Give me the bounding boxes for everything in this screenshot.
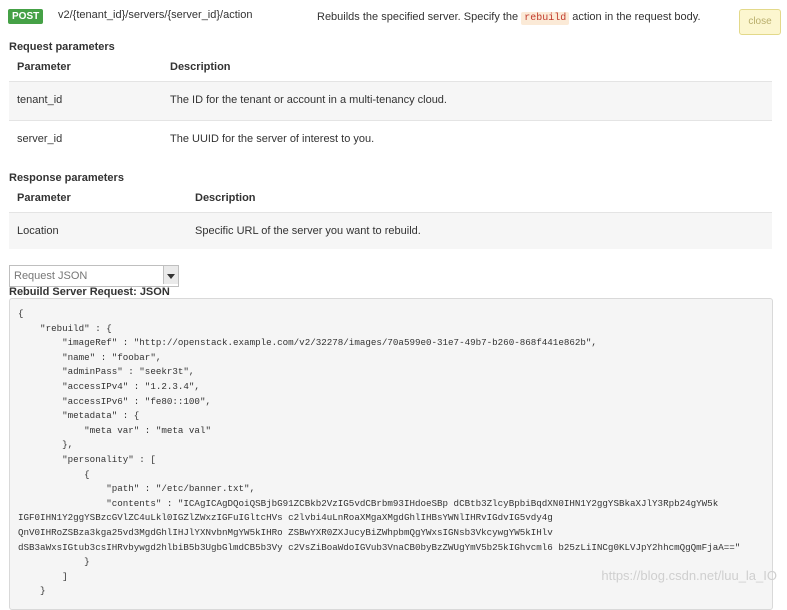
- close-button[interactable]: close: [739, 9, 781, 35]
- summary-text-after: action in the request body.: [569, 11, 701, 23]
- endpoint-path: v2/{tenant_id}/servers/{server_id}/actio…: [58, 9, 253, 21]
- code-line: }: [18, 585, 46, 597]
- code-line: {: [18, 308, 24, 319]
- code-block: { "rebuild" : { "imageRef" : "http://ope…: [10, 299, 772, 599]
- code-line: {: [18, 468, 90, 480]
- request-col-description: Description: [170, 61, 231, 73]
- code-line: dSB3aWxsIGtub3csIHRvbywgd2hlbiB5b3UgbGlm…: [18, 541, 741, 553]
- code-line: "metadata" : {: [18, 410, 140, 422]
- response-parameters-title: Response parameters: [9, 172, 124, 184]
- code-line: },: [18, 439, 74, 451]
- request-parameters-title: Request parameters: [9, 41, 115, 53]
- code-sample: { "rebuild" : { "imageRef" : "http://ope…: [9, 298, 773, 610]
- code-line: "rebuild" : {: [18, 322, 112, 334]
- param-name: tenant_id: [17, 94, 63, 106]
- param-description: The ID for the tenant or account in a mu…: [170, 94, 447, 106]
- code-line: "contents" : "ICAgICAgDQoiQSBjbG91ZCBkb2…: [18, 497, 719, 509]
- code-line: "accessIPv4" : "1.2.3.4",: [18, 380, 200, 392]
- select-value: Request JSON: [14, 270, 88, 282]
- param-description: Specific URL of the server you want to r…: [195, 225, 421, 237]
- table-row: Location Specific URL of the server you …: [9, 212, 772, 249]
- code-sample-title: Rebuild Server Request: JSON: [9, 286, 170, 298]
- method-badge: POST: [8, 9, 44, 24]
- code-line: "name" : "foobar",: [18, 351, 162, 363]
- chevron-down-icon[interactable]: [163, 266, 178, 284]
- request-col-parameter: Parameter: [17, 61, 71, 73]
- code-line: ]: [18, 570, 68, 582]
- table-row: tenant_id The ID for the tenant or accou…: [9, 81, 772, 120]
- watermark: https://blog.csdn.net/luu_la_IO: [601, 568, 777, 583]
- response-col-description: Description: [195, 192, 256, 204]
- sample-format-select[interactable]: Request JSON: [9, 265, 179, 287]
- endpoint-summary: Rebuilds the specified server. Specify t…: [317, 11, 701, 25]
- code-line: "accessIPv6" : "fe80::100",: [18, 395, 211, 407]
- table-row: server_id The UUID for the server of int…: [9, 120, 772, 159]
- response-col-parameter: Parameter: [17, 192, 71, 204]
- param-name: server_id: [17, 133, 63, 145]
- code-line: "path" : "/etc/banner.txt",: [18, 483, 256, 495]
- param-description: The UUID for the server of interest to y…: [170, 133, 375, 145]
- summary-code: rebuild: [521, 12, 570, 25]
- code-line: "imageRef" : "http://openstack.example.c…: [18, 337, 597, 349]
- code-line: "adminPass" : "seekr3t",: [18, 366, 195, 378]
- code-line: }: [18, 556, 90, 568]
- code-line: IGF0IHN1Y2ggYSBzcGVlZC4uLkl0IGZlZWxzIGFu…: [18, 512, 553, 524]
- code-line: "personality" : [: [18, 453, 156, 465]
- param-name: Location: [17, 225, 59, 237]
- code-line: QnV0IHRoZSBza3kga25vd3MgdGhlIHJlYXNvbnMg…: [18, 526, 553, 538]
- code-line: "meta var" : "meta val": [18, 424, 211, 436]
- summary-text-before: Rebuilds the specified server. Specify t…: [317, 11, 522, 23]
